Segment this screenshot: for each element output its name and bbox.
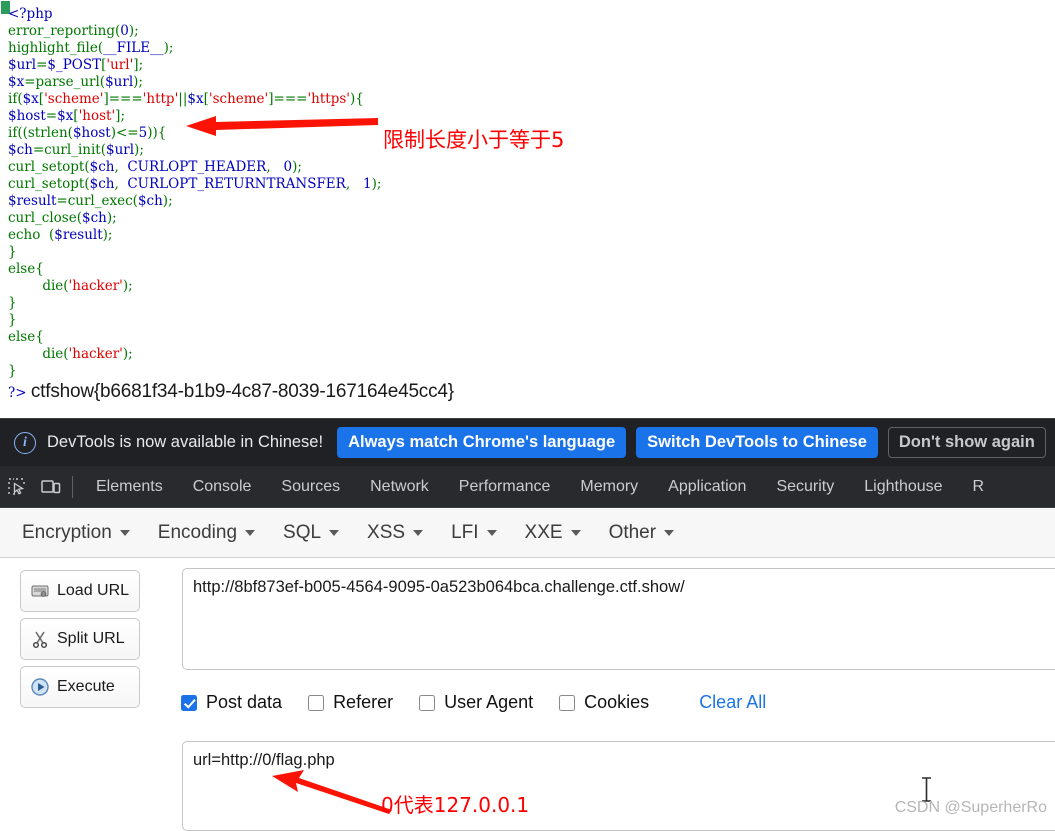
menu-sql[interactable]: SQL <box>283 521 340 544</box>
tab-security[interactable]: Security <box>761 466 849 507</box>
clear-all-link[interactable]: Clear All <box>699 692 766 713</box>
tab-elements[interactable]: Elements <box>81 466 178 507</box>
tab-performance[interactable]: Performance <box>444 466 566 507</box>
checkbox-post-data[interactable]: Post data <box>181 692 282 713</box>
code-line: <?php <box>8 6 53 22</box>
chevron-down-icon <box>664 529 675 536</box>
dont-show-again-button[interactable]: Don't show again <box>887 427 1046 458</box>
referer-checkbox[interactable] <box>308 694 325 711</box>
menu-encoding-label: Encoding <box>157 521 238 543</box>
split-url-icon <box>32 631 48 649</box>
info-icon: i <box>14 431 36 454</box>
code-line: } <box>8 295 17 311</box>
always-match-chrome-language-button[interactable]: Always match Chrome's language <box>337 427 627 458</box>
chevron-down-icon <box>570 529 581 536</box>
menu-xxe[interactable]: XXE <box>525 522 581 544</box>
code-line: $result=curl_exec($ch); <box>8 193 173 209</box>
devtools-tab-bar: Elements Console Sources Network Perform… <box>0 466 1055 508</box>
referer-label: Referer <box>333 692 394 712</box>
post-data-label: Post data <box>206 692 283 712</box>
checkbox-user-agent[interactable]: User Agent <box>419 692 533 713</box>
url-input[interactable]: http://8bf873ef-b005-4564-9095-0a523b064… <box>182 568 1055 670</box>
php-source-panel: <?php error_reporting(0); highlight_file(_… <box>0 0 1055 418</box>
devtools-language-notification: i DevTools is now available in Chinese! … <box>0 418 1055 466</box>
split-url-button[interactable]: Split URL <box>20 618 140 660</box>
load-url-label: Load URL <box>57 582 130 599</box>
tab-recorder[interactable]: R <box>958 466 1000 507</box>
user-agent-label: User Agent <box>444 692 534 712</box>
code-line: die('hacker'); <box>8 278 133 294</box>
tab-network[interactable]: Network <box>355 466 444 507</box>
code-line: else{ <box>8 261 44 277</box>
menu-xss[interactable]: XSS <box>367 521 424 544</box>
cookies-checkbox[interactable] <box>559 694 576 711</box>
code-line: $x=parse_url($url); <box>8 74 143 90</box>
tab-sources[interactable]: Sources <box>266 466 355 507</box>
load-url-icon <box>31 585 49 597</box>
menu-lfi-label: LFI <box>451 521 479 543</box>
inspect-element-icon[interactable] <box>0 466 34 507</box>
menu-lfi[interactable]: LFI <box>451 521 497 544</box>
chevron-down-icon <box>486 529 497 536</box>
annotation-arrow-postdata <box>272 770 392 814</box>
execute-label: Execute <box>57 678 115 695</box>
code-line: curl_close($ch); <box>8 210 117 226</box>
post-data-checkbox[interactable] <box>181 694 197 711</box>
split-url-label: Split URL <box>57 630 125 647</box>
php-close-tag: ?> <box>8 385 27 401</box>
device-toolbar-icon[interactable] <box>34 466 68 507</box>
code-line: if($x['scheme']==='http'||$x['scheme']==… <box>8 91 364 107</box>
execute-icon <box>31 678 49 696</box>
code-line: } <box>8 312 17 328</box>
chevron-down-icon <box>119 529 130 536</box>
chevron-down-icon <box>329 529 340 536</box>
code-line: } <box>8 363 17 379</box>
tab-console[interactable]: Console <box>178 466 267 507</box>
chevron-down-icon <box>245 529 256 536</box>
code-line: curl_setopt($ch, CURLOPT_HEADER, 0); <box>8 159 302 175</box>
menu-encryption[interactable]: Encryption <box>22 522 130 544</box>
checkbox-referer[interactable]: Referer <box>308 692 393 713</box>
notification-message: DevTools is now available in Chinese! <box>47 433 324 451</box>
menu-xxe-label: XXE <box>524 521 563 543</box>
code-line: $ch=curl_init($url); <box>8 142 144 158</box>
flag-line: ?> ctfshow{b6681f34-b1b9-4c87-8039-16716… <box>8 381 454 403</box>
code-line: highlight_file(__FILE__); <box>8 40 174 56</box>
annotation-text-code: 限制长度小于等于5 <box>383 128 565 152</box>
tab-lighthouse[interactable]: Lighthouse <box>849 466 957 507</box>
hackbar-menu-bar: Encryption Encoding SQL XSS LFI XXE Othe… <box>0 508 1055 558</box>
code-line: else{ <box>8 329 44 345</box>
menu-encoding[interactable]: Encoding <box>157 521 256 544</box>
tabbar-divider <box>72 475 73 498</box>
hackbar-action-buttons: Load URL Split URL Execute <box>20 570 140 714</box>
switch-devtools-to-chinese-button[interactable]: Switch DevTools to Chinese <box>636 427 878 458</box>
menu-other-label: Other <box>608 521 657 543</box>
chevron-down-icon <box>413 529 424 536</box>
tab-application[interactable]: Application <box>653 466 761 507</box>
cookies-label: Cookies <box>584 692 650 712</box>
user-agent-checkbox[interactable] <box>419 694 436 711</box>
tab-memory[interactable]: Memory <box>565 466 653 507</box>
code-line: $url=$_POST['url']; <box>8 57 144 73</box>
menu-encryption-label: Encryption <box>22 521 112 543</box>
annotation-text-postdata: 0代表127.0.0.1 <box>381 793 530 817</box>
menu-xss-label: XSS <box>367 521 406 543</box>
execute-button[interactable]: Execute <box>20 666 140 708</box>
code-line: die('hacker'); <box>8 346 133 362</box>
menu-sql-label: SQL <box>283 521 322 543</box>
watermark: CSDN @SuperherRo <box>894 799 1047 816</box>
code-line: } <box>8 244 17 260</box>
code-line: echo ($result); <box>8 227 113 243</box>
load-url-button[interactable]: Load URL <box>20 570 140 612</box>
hackbar-options-row: Post data Referer User Agent Cookies Cle… <box>181 692 766 713</box>
code-line: error_reporting(0); <box>8 23 139 39</box>
php-code: <?php error_reporting(0); highlight_file(_… <box>8 6 381 380</box>
menu-other[interactable]: Other <box>609 522 675 544</box>
checkbox-cookies[interactable]: Cookies <box>559 692 649 713</box>
annotation-arrow-code <box>186 116 378 136</box>
code-line: curl_setopt($ch, CURLOPT_RETURNTRANSFER,… <box>8 176 382 192</box>
flag-value: ctfshow{b6681f34-b1b9-4c87-8039-167164e4… <box>30 381 454 402</box>
